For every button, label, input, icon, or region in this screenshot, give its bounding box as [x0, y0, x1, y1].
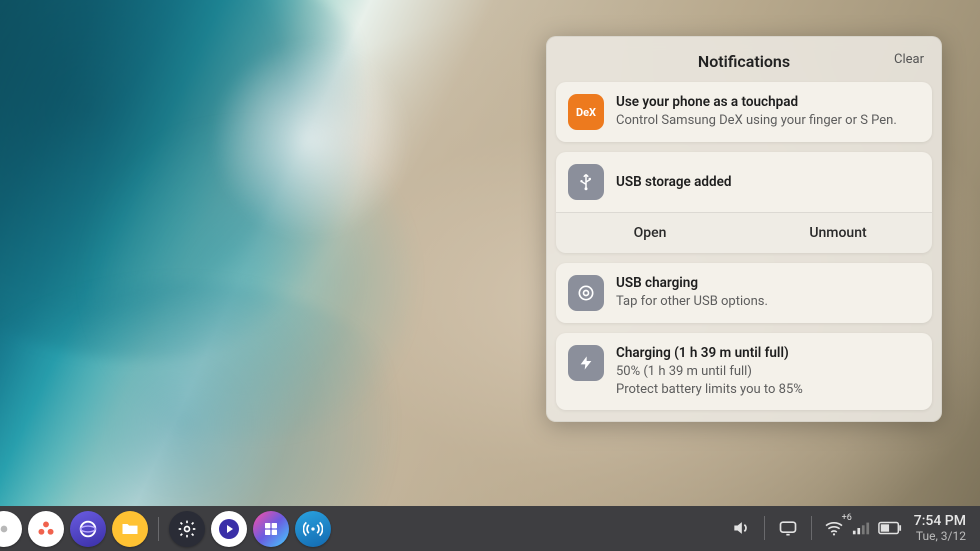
clock-date: Tue, 3/12 — [914, 530, 966, 543]
notifications-header: Notifications Clear — [556, 46, 932, 76]
open-button[interactable]: Open — [556, 213, 744, 253]
notification-card-charging[interactable]: Charging (1 h 39 m until full) 50% (1 h … — [556, 333, 932, 410]
wifi-icon[interactable]: +6 — [824, 517, 844, 539]
notifications-panel: Notifications Clear DeX Use your phone a… — [546, 36, 942, 422]
clock-time: 7:54 PM — [914, 514, 966, 529]
usb-settings-icon — [568, 275, 604, 311]
taskbar-app-browser[interactable] — [70, 511, 106, 547]
notification-subtitle: Control Samsung DeX using your finger or… — [616, 112, 918, 130]
notification-subtitle: 50% (1 h 39 m until full) Protect batter… — [616, 363, 918, 398]
cellular-icon[interactable] — [852, 517, 870, 539]
notifications-tray-icon[interactable] — [777, 517, 799, 539]
usb-icon — [568, 164, 604, 200]
notification-card-usb-storage[interactable]: USB storage added Open Unmount — [556, 152, 932, 253]
notification-title: Use your phone as a touchpad — [616, 94, 918, 110]
dex-icon: DeX — [568, 94, 604, 130]
taskbar-app-files[interactable] — [112, 511, 148, 547]
notification-title: USB charging — [616, 275, 918, 291]
clear-button[interactable]: Clear — [894, 52, 924, 67]
taskbar-app-video[interactable] — [211, 511, 247, 547]
volume-icon[interactable] — [730, 517, 752, 539]
battery-icon[interactable] — [878, 517, 902, 539]
taskbar-left — [0, 511, 331, 547]
taskbar: +6 7:54 PM Tue, 3/12 — [0, 506, 980, 551]
status-separator — [764, 516, 765, 540]
taskbar-app-broadcast[interactable] — [295, 511, 331, 547]
launcher-icon[interactable] — [0, 511, 22, 547]
notification-actions: Open Unmount — [556, 212, 932, 253]
notification-title: Charging (1 h 39 m until full) — [616, 345, 918, 361]
taskbar-app-gallery[interactable] — [253, 511, 289, 547]
unmount-button[interactable]: Unmount — [744, 213, 932, 253]
notification-card-dex[interactable]: DeX Use your phone as a touchpad Control… — [556, 82, 932, 142]
notifications-title: Notifications — [698, 52, 790, 71]
notification-subtitle: Tap for other USB options. — [616, 293, 918, 311]
taskbar-app-asana[interactable] — [28, 511, 64, 547]
taskbar-app-settings[interactable] — [169, 511, 205, 547]
taskbar-separator — [158, 517, 159, 541]
bolt-icon — [568, 345, 604, 381]
desktop: Notifications Clear DeX Use your phone a… — [0, 0, 980, 551]
clock[interactable]: 7:54 PM Tue, 3/12 — [910, 514, 966, 543]
notification-title: USB storage added — [616, 174, 731, 190]
wifi-badge: +6 — [842, 513, 852, 523]
taskbar-right: +6 7:54 PM Tue, 3/12 — [730, 514, 972, 543]
status-separator — [811, 516, 812, 540]
notification-card-usb-charging[interactable]: USB charging Tap for other USB options. — [556, 263, 932, 323]
